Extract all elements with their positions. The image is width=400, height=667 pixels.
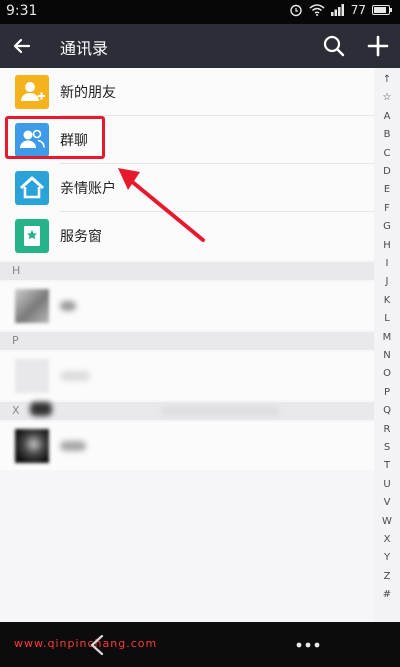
list-item-label: 服务窗 <box>60 229 102 245</box>
signal-icon <box>330 4 344 16</box>
index-letter[interactable]: E <box>374 184 400 196</box>
section-header-h: H <box>0 262 374 280</box>
index-letter[interactable]: F <box>374 203 400 215</box>
index-letter[interactable]: K <box>374 295 400 307</box>
contact-name-blurred <box>60 301 76 311</box>
index-letter[interactable]: R <box>374 424 400 436</box>
wifi-icon <box>309 4 325 16</box>
index-letter[interactable]: V <box>374 497 400 509</box>
index-letter[interactable]: H <box>374 240 400 252</box>
index-letter[interactable]: ↑ <box>374 74 400 86</box>
index-letter[interactable]: Y <box>374 552 400 564</box>
index-letter[interactable]: G <box>374 221 400 233</box>
list-item-label: 亲情账户 <box>60 181 116 197</box>
index-letter[interactable]: ☆ <box>374 92 400 104</box>
system-back-icon[interactable] <box>88 634 106 656</box>
index-letter[interactable]: A <box>374 111 400 123</box>
plus-icon[interactable] <box>366 34 390 58</box>
index-letter[interactable]: W <box>374 516 400 528</box>
index-letter[interactable]: D <box>374 166 400 178</box>
battery-level: 77 <box>350 3 366 17</box>
nav-bar: 通讯录 <box>0 24 400 68</box>
more-dots-icon[interactable] <box>296 642 320 648</box>
contact-row[interactable] <box>0 352 374 400</box>
status-bar: 9:31 77 <box>0 0 400 24</box>
contact-name-blurred <box>160 406 280 416</box>
avatar <box>15 289 49 323</box>
system-nav-bar: www.qinpinchang.com <box>0 622 400 667</box>
index-letter[interactable]: O <box>374 368 400 380</box>
list-item-label: 新的朋友 <box>60 85 116 101</box>
battery-icon <box>372 5 392 15</box>
index-letter[interactable]: M <box>374 332 400 344</box>
index-letter[interactable]: U <box>374 479 400 491</box>
arrow-left-icon[interactable] <box>10 34 34 58</box>
index-letter[interactable]: Q <box>374 405 400 417</box>
alphabet-index[interactable]: ↑ ☆ A B C D E F G H I J K L M N O P Q R S T U V W X Y Z # <box>374 68 400 622</box>
section-header-p: P <box>0 332 374 350</box>
index-letter[interactable]: I <box>374 258 400 270</box>
new-friend-icon <box>15 75 49 109</box>
index-letter[interactable]: C <box>374 148 400 160</box>
index-letter[interactable]: S <box>374 442 400 454</box>
index-letter[interactable]: B <box>374 129 400 141</box>
index-letter[interactable]: T <box>374 460 400 472</box>
family-account-icon <box>15 171 49 205</box>
list-item-service-window[interactable]: 服务窗 <box>0 212 374 260</box>
avatar <box>15 429 49 463</box>
index-letter[interactable]: N <box>374 350 400 362</box>
contact-row[interactable] <box>0 282 374 330</box>
index-letter[interactable]: X <box>374 534 400 546</box>
highlight-box <box>5 116 105 159</box>
service-window-icon <box>15 219 49 253</box>
avatar <box>15 359 49 393</box>
page-title: 通讯录 <box>60 39 109 58</box>
index-letter[interactable]: Z <box>374 571 400 583</box>
contact-name-blurred <box>60 441 86 451</box>
status-indicators: 77 <box>289 3 392 17</box>
list-item-family-account[interactable]: 亲情账户 <box>0 164 374 212</box>
search-icon[interactable] <box>322 34 346 58</box>
alarm-icon <box>290 4 302 17</box>
watermark: www.qinpinchang.com <box>14 637 158 650</box>
contact-name-blurred <box>60 371 90 381</box>
index-letter[interactable]: # <box>374 589 400 601</box>
list-item-new-friends[interactable]: 新的朋友 <box>0 68 374 116</box>
index-letter[interactable]: L <box>374 313 400 325</box>
index-letter[interactable]: J <box>374 276 400 288</box>
index-letter[interactable]: P <box>374 387 400 399</box>
contact-avatar-blurred <box>30 402 52 416</box>
status-time: 9:31 <box>6 3 38 19</box>
contact-row[interactable] <box>0 422 374 470</box>
